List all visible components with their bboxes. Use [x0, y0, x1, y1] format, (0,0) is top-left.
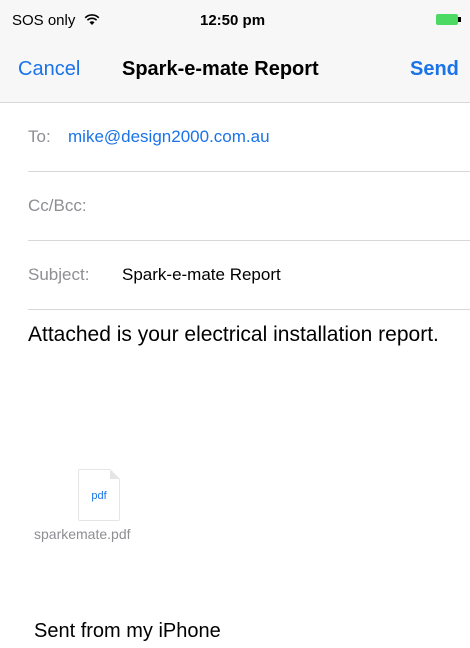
page-fold: [110, 469, 120, 479]
send-button[interactable]: Send: [410, 58, 459, 81]
battery-tip: [458, 17, 461, 22]
to-label: To:: [28, 127, 51, 146]
message-body[interactable]: Attached is your electrical installation…: [28, 320, 458, 350]
status-time: 12:50 pm: [200, 12, 266, 29]
to-recipient[interactable]: mike@design2000.com.au: [68, 127, 270, 147]
attachment-name[interactable]: sparkemate.pdf: [34, 526, 131, 542]
pdf-file-icon[interactable]: pdf: [78, 469, 120, 521]
wifi-icon: [84, 14, 99, 25]
subject-value[interactable]: Spark-e-mate Report: [122, 265, 281, 285]
to-field[interactable]: To: mike@design2000.com.au: [28, 103, 470, 172]
ccbcc-field[interactable]: Cc/Bcc:: [28, 172, 470, 241]
page-title: Spark-e-mate Report: [122, 58, 319, 80]
battery-icon: [436, 14, 458, 25]
carrier-status: SOS only: [12, 12, 100, 29]
subject-label: Subject:: [28, 265, 90, 284]
carrier-text: SOS only: [12, 12, 76, 29]
cancel-button[interactable]: Cancel: [18, 58, 80, 81]
attachment-extension: pdf: [91, 490, 107, 502]
status-bar: SOS only 12:50 pm: [0, 0, 470, 38]
signature[interactable]: Sent from my iPhone: [34, 620, 221, 643]
subject-field[interactable]: Subject: Spark-e-mate Report: [28, 241, 470, 310]
ccbcc-label: Cc/Bcc:: [28, 196, 87, 215]
navigation-bar: Cancel Spark-e-mate Report Send: [0, 38, 470, 103]
